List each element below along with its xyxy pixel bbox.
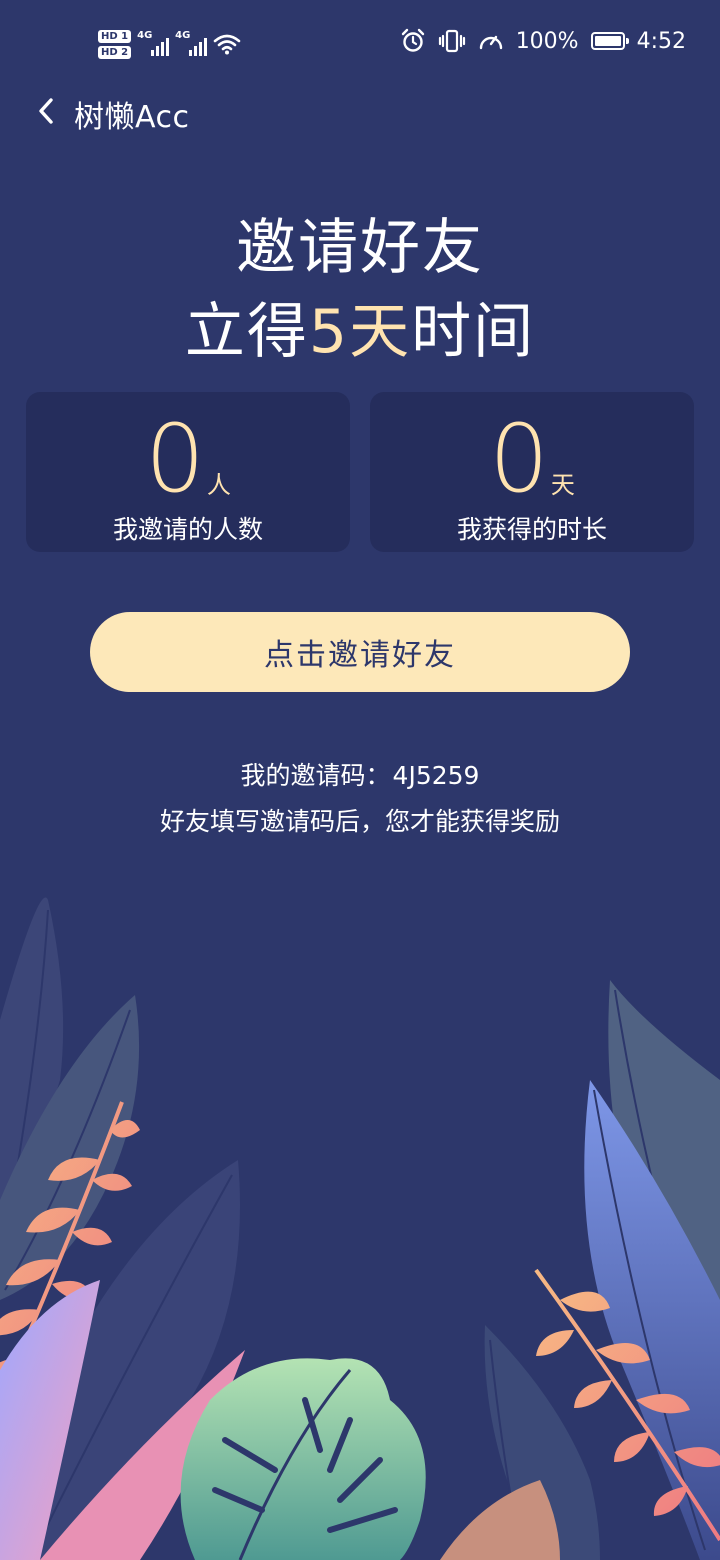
invite-code-value[interactable]: 4J5259 bbox=[393, 761, 480, 790]
wifi-icon bbox=[213, 34, 241, 55]
stat-card-earned: 0 天 我获得的时长 bbox=[370, 392, 694, 552]
invited-count: 0 bbox=[145, 405, 205, 514]
earned-days-row: 0 天 bbox=[370, 405, 694, 514]
invited-unit: 人 bbox=[206, 471, 231, 499]
earned-unit: 天 bbox=[550, 471, 575, 499]
sim-indicators: HD 1 HD 2 bbox=[98, 29, 132, 59]
promo-headline: 邀请好友 立得5天时间 bbox=[0, 208, 720, 372]
vibrate-icon bbox=[438, 29, 465, 53]
chevron-left-icon bbox=[39, 98, 53, 124]
decorative-foliage bbox=[0, 897, 720, 1560]
headline-suffix: 时间 bbox=[411, 297, 536, 367]
status-bar-right: 100% 4:52 bbox=[400, 28, 686, 54]
stat-card-invited: 0 人 我邀请的人数 bbox=[26, 392, 350, 552]
nav-header: 树懒Acc bbox=[34, 88, 189, 140]
earned-days: 0 bbox=[489, 405, 549, 514]
sim1-badge: HD 1 bbox=[98, 29, 132, 43]
headline-line2: 立得5天时间 bbox=[0, 292, 720, 372]
invite-note: 好友填写邀请码后，您才能获得奖励 bbox=[159, 807, 560, 836]
invited-count-row: 0 人 bbox=[26, 405, 350, 514]
leaf-brown-bottom bbox=[440, 1480, 560, 1560]
signal-1-icon: 4G bbox=[137, 30, 170, 56]
speed-icon bbox=[479, 35, 502, 50]
earned-label: 我获得的时长 bbox=[456, 515, 607, 544]
invite-code-label: 我的邀请码： bbox=[240, 761, 391, 790]
network2-label: 4G bbox=[175, 30, 191, 41]
headline-prefix: 立得 bbox=[184, 297, 309, 367]
status-bar: HD 1 HD 2 4G 4G 100% 4:52 bbox=[0, 0, 720, 88]
clock: 4:52 bbox=[636, 28, 686, 54]
invited-label: 我邀请的人数 bbox=[112, 515, 263, 544]
invite-code-line: 我的邀请码：4J5259 bbox=[0, 756, 720, 792]
battery-percent: 100% bbox=[515, 28, 579, 54]
signal-2-icon: 4G bbox=[175, 30, 208, 56]
status-bar-left: HD 1 HD 2 4G 4G bbox=[98, 22, 241, 66]
battery-icon bbox=[590, 32, 629, 50]
alarm-icon bbox=[401, 28, 424, 52]
network1-label: 4G bbox=[137, 30, 153, 41]
headline-line1: 邀请好友 bbox=[236, 213, 484, 283]
invite-friends-button[interactable]: 点击邀请好友 bbox=[90, 612, 630, 692]
sim2-badge: HD 2 bbox=[98, 45, 132, 59]
headline-highlight: 5天 bbox=[308, 297, 412, 367]
page-title: 树懒Acc bbox=[74, 100, 190, 135]
back-button[interactable] bbox=[34, 96, 58, 132]
